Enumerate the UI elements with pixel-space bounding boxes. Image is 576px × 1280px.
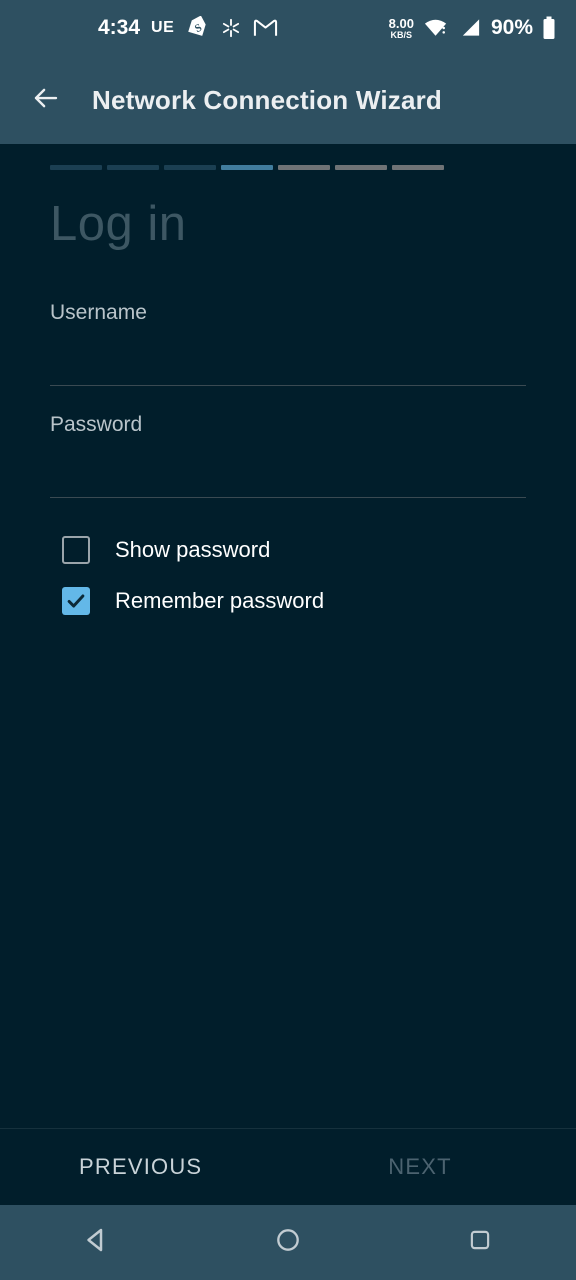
username-field[interactable]: Username: [50, 301, 526, 386]
network-speed-value: 8.00: [388, 15, 414, 31]
password-label: Password: [50, 413, 143, 436]
password-field[interactable]: Password: [50, 413, 526, 498]
nav-recents-square-icon: [467, 1227, 493, 1258]
previous-button[interactable]: PREVIOUS: [79, 1154, 202, 1180]
status-bar-left: 4:34 UE S: [98, 16, 278, 40]
section-heading: Log in: [50, 197, 187, 251]
network-speed-unit: KB/S: [390, 29, 413, 40]
username-label: Username: [50, 301, 147, 324]
gmail-icon: [253, 17, 278, 39]
show-password-label: Show password: [115, 537, 271, 562]
app-bar: Network Connection Wizard: [0, 56, 576, 144]
wizard-step-3[interactable]: [164, 165, 216, 170]
checkbox-group: Show password Remember password: [62, 530, 576, 621]
show-password-checkbox-icon[interactable]: [62, 536, 90, 564]
phone-screen: 4:34 UE S 8.00 KB/S 90% Network Connecti…: [0, 0, 576, 1280]
remember-password-label: Remember password: [115, 588, 325, 613]
wifi-icon: [423, 17, 450, 39]
show-password-checkbox-row[interactable]: Show password: [62, 530, 576, 570]
remember-password-checkbox-icon[interactable]: [62, 587, 90, 615]
battery-full-icon: [542, 16, 556, 41]
nav-home-circle-icon: [274, 1226, 302, 1259]
password-underline: [50, 497, 526, 498]
next-button[interactable]: NEXT: [388, 1154, 451, 1180]
nav-back-button[interactable]: [51, 1205, 141, 1280]
back-button[interactable]: [18, 72, 74, 128]
page-title: Network Connection Wizard: [92, 84, 443, 115]
battery-percent-label: 90%: [490, 16, 533, 39]
wizard-step-4[interactable]: [221, 165, 273, 170]
main-content: Log in Username Password Show password R…: [0, 144, 576, 1128]
asterisk-icon: [220, 17, 242, 39]
network-speed-indicator: 8.00 KB/S: [389, 17, 414, 40]
wizard-step-7[interactable]: [392, 165, 444, 170]
wizard-step-5[interactable]: [278, 165, 330, 170]
nav-recents-button[interactable]: [435, 1205, 525, 1280]
wizard-step-1[interactable]: [50, 165, 102, 170]
arrow-back-icon: [31, 83, 61, 118]
android-navigation-bar: [0, 1205, 576, 1280]
wizard-step-indicator: [0, 144, 576, 170]
remember-password-checkbox-row[interactable]: Remember password: [62, 581, 576, 621]
nav-home-button[interactable]: [243, 1205, 333, 1280]
wizard-step-6[interactable]: [335, 165, 387, 170]
nav-back-triangle-icon: [81, 1225, 111, 1260]
status-bar: 4:34 UE S 8.00 KB/S 90%: [0, 0, 576, 56]
status-bar-clock: 4:34: [98, 16, 141, 39]
wizard-step-2[interactable]: [107, 165, 159, 170]
status-bar-right: 8.00 KB/S 90%: [389, 16, 556, 41]
wizard-button-bar: PREVIOUS NEXT: [0, 1128, 576, 1205]
status-bar-carrier-label: UE: [151, 19, 175, 36]
cellular-signal-icon: [459, 17, 482, 39]
price-tag-icon: S: [185, 16, 209, 40]
username-underline: [50, 385, 526, 386]
